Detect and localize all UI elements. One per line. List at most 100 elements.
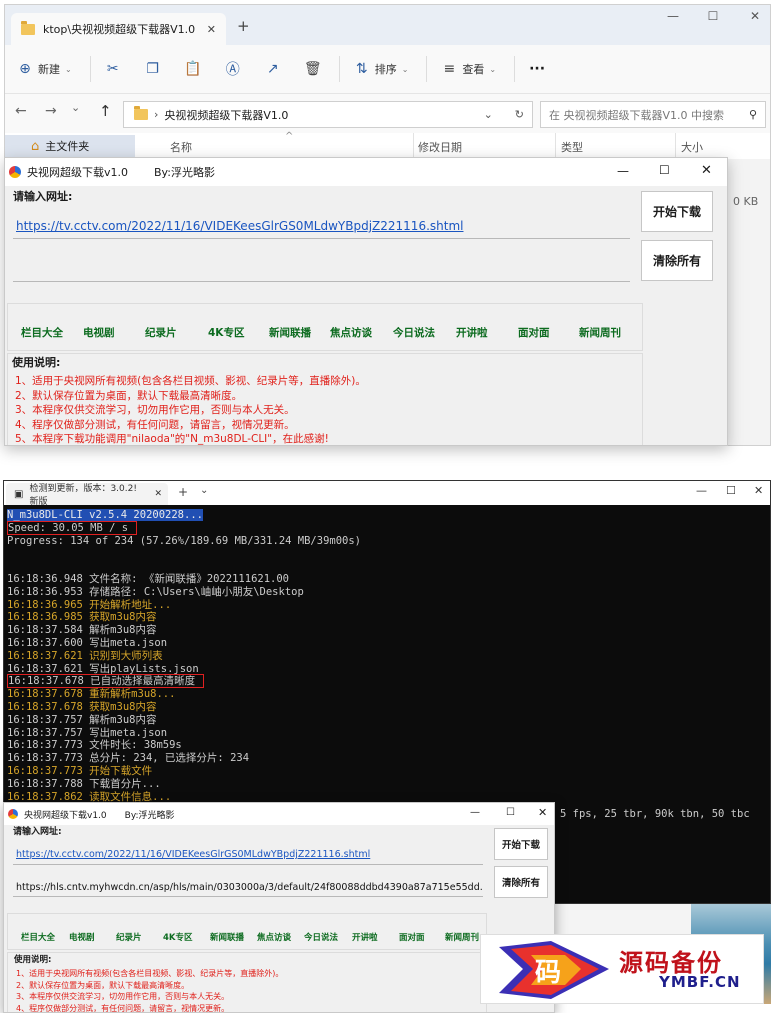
forward-icon[interactable]: → (45, 103, 57, 119)
category-link[interactable]: 今日说法 (304, 931, 338, 943)
terminal-line: 16:18:36.985 获取m3u8内容 (7, 611, 157, 624)
terminal-line: 16:18:37.788 下载首分片... (7, 777, 161, 790)
category-link[interactable]: 面对面 (518, 325, 550, 340)
category-link[interactable]: 新闻联播 (210, 931, 244, 943)
toolbar-divider (426, 56, 428, 82)
category-link[interactable]: 开讲啦 (456, 325, 488, 340)
category-link[interactable]: 焦点访谈 (257, 931, 291, 943)
close-icon[interactable]: ✕ (754, 484, 763, 497)
category-link[interactable]: 纪录片 (116, 931, 142, 943)
share-icon[interactable]: ↗ (265, 61, 281, 77)
column-size[interactable]: 大小 (681, 139, 703, 155)
close-icon[interactable]: ✕ (745, 9, 765, 23)
back-icon[interactable]: ← (15, 103, 27, 119)
delete-icon[interactable]: 🗑 (304, 61, 322, 77)
app-logo-icon (8, 809, 18, 819)
m3u8-underline (13, 896, 483, 897)
url-label: 请输入网址: (13, 190, 73, 203)
close-tab-icon[interactable]: ✕ (154, 489, 162, 499)
folder-icon (134, 106, 148, 120)
downloader-window-2: 央视网超级下载v1.0 By:浮光略影 — ☐ ✕ 请输入网址: https:/… (3, 802, 555, 1013)
minimize-icon[interactable]: — (617, 164, 629, 178)
close-icon[interactable]: ✕ (538, 806, 547, 819)
category-link[interactable]: 电视剧 (83, 325, 115, 340)
url-underline (13, 238, 630, 239)
search-placeholder: 在 央视视频超级下载器V1.0 中搜索 (549, 108, 725, 122)
category-link[interactable]: 面对面 (399, 931, 425, 943)
chevron-right-icon: › (154, 108, 159, 121)
new-button[interactable]: ⊕ 新建 ⌄ (17, 61, 72, 77)
explorer-tab[interactable]: ktop\央视视频超级下载器V1.0 ✕ (11, 13, 226, 45)
file-size-value: 0 KB (733, 195, 759, 208)
minimize-icon[interactable]: — (663, 9, 683, 23)
paste-icon[interactable]: 📋 (184, 61, 201, 77)
new-tab-button[interactable]: + (178, 485, 188, 499)
clear-all-button[interactable]: 清除所有 (641, 240, 713, 281)
terminal-tab[interactable]: ▣ 检测到更新，版本：3.0.2! 新版 ✕ (6, 483, 168, 507)
url-input[interactable]: https://tv.cctv.com/2022/11/16/VIDEKeesG… (16, 219, 463, 233)
cut-icon[interactable]: ✂ (105, 61, 121, 77)
chevron-down-icon[interactable]: ⌄ (200, 485, 208, 496)
category-link[interactable]: 纪录片 (145, 325, 177, 340)
clear-all-button[interactable]: 清除所有 (494, 866, 548, 898)
toolbar-divider (89, 56, 91, 82)
terminal-line: N_m3u8DL-CLI v2.5.4 20200228... (7, 509, 203, 521)
window-title: 央视网超级下载v1.0 (27, 166, 129, 179)
category-link[interactable]: 4K专区 (208, 325, 244, 340)
category-link[interactable]: 栏目大全 (21, 931, 55, 943)
terminal-line: 16:18:37.678 获取m3u8内容 (7, 700, 157, 713)
url-input[interactable]: https://tv.cctv.com/2022/11/16/VIDEKeesG… (16, 849, 370, 860)
column-divider (413, 133, 414, 159)
category-link[interactable]: 新闻联播 (269, 325, 311, 340)
start-download-button[interactable]: 开始下载 (641, 191, 713, 232)
column-modified[interactable]: 修改日期 (418, 139, 462, 155)
column-name[interactable]: 名称 (170, 139, 192, 155)
maximize-icon[interactable]: ☐ (726, 484, 736, 497)
minimize-icon[interactable]: — (696, 484, 707, 497)
toolbar-divider (514, 56, 516, 82)
category-link[interactable]: 4K专区 (163, 931, 193, 943)
maximize-icon[interactable]: ☐ (703, 9, 723, 23)
rename-icon[interactable]: Ⓐ (225, 61, 241, 78)
m3u8-input[interactable]: https://hls.cntv.myhwcdn.cn/asp/hls/main… (16, 882, 482, 893)
category-link[interactable]: 新闻周刊 (579, 325, 621, 340)
chevron-down-icon[interactable]: ⌄ (484, 108, 493, 121)
new-tab-button[interactable]: + (237, 17, 250, 35)
category-link[interactable]: 开讲啦 (352, 931, 378, 943)
maximize-icon[interactable]: ☐ (659, 163, 670, 177)
explorer-tabstrip: ktop\央视视频超级下载器V1.0 ✕ + — ☐ ✕ (5, 5, 770, 45)
category-link[interactable]: 焦点访谈 (330, 325, 372, 340)
maximize-icon[interactable]: ☐ (506, 807, 515, 818)
sort-caret-icon: ^ (285, 131, 294, 142)
sidebar-item-home[interactable]: ⌂ 主文件夹 (5, 135, 135, 157)
terminal-line: 16:18:36.948 文件名称: 《新闻联播》2022111621.00 (7, 572, 290, 585)
recent-chevron-icon[interactable]: ⌄ (71, 101, 80, 114)
terminal-tab-title: 检测到更新，版本：3.0.2! 新版 (29, 484, 137, 507)
minimize-icon[interactable]: — (470, 807, 480, 818)
m3u8-input[interactable] (13, 252, 630, 280)
usage-list: 1、适用于央视网所有视频(包含各栏目视频、影视、纪录片等，直播除外)。 2、默认… (16, 968, 283, 1012)
category-link[interactable]: 栏目大全 (21, 325, 63, 340)
category-link[interactable]: 今日说法 (393, 325, 435, 340)
search-input[interactable]: 在 央视视频超级下载器V1.0 中搜索 ⚲ (540, 101, 766, 128)
chevron-down-icon: ⌄ (65, 64, 72, 74)
up-icon[interactable]: ↑ (99, 102, 112, 120)
close-icon[interactable]: ✕ (701, 163, 712, 178)
m3u8-underline (13, 281, 630, 282)
category-link[interactable]: 电视剧 (69, 931, 95, 943)
column-type[interactable]: 类型 (561, 139, 583, 155)
address-bar[interactable]: › 央视视频超级下载器V1.0 ⌄ ↻ (123, 101, 533, 128)
more-options-button[interactable]: ··· (529, 61, 545, 77)
usage-line: 2、默认保存位置为桌面，默认下载最高清晰度。 (16, 980, 190, 990)
close-tab-icon[interactable]: ✕ (207, 23, 216, 36)
refresh-icon[interactable]: ↻ (515, 108, 524, 121)
view-button[interactable]: ≡ 查看 ⌄ (441, 61, 497, 77)
category-bar: 栏目大全 电视剧 纪录片 4K专区 新闻联播 焦点访谈 今日说法 开讲啦 面对面… (7, 303, 643, 351)
start-download-button[interactable]: 开始下载 (494, 828, 548, 860)
chevron-down-icon: ⌄ (401, 64, 409, 74)
sort-button[interactable]: ⇅ 排序 ⌄ (354, 61, 409, 77)
terminal-line: 16:18:37.773 文件时长: 38m59s (7, 739, 182, 752)
copy-icon[interactable]: ❐ (145, 61, 161, 77)
category-link[interactable]: 新闻周刊 (445, 931, 479, 943)
folder-icon (21, 20, 35, 35)
